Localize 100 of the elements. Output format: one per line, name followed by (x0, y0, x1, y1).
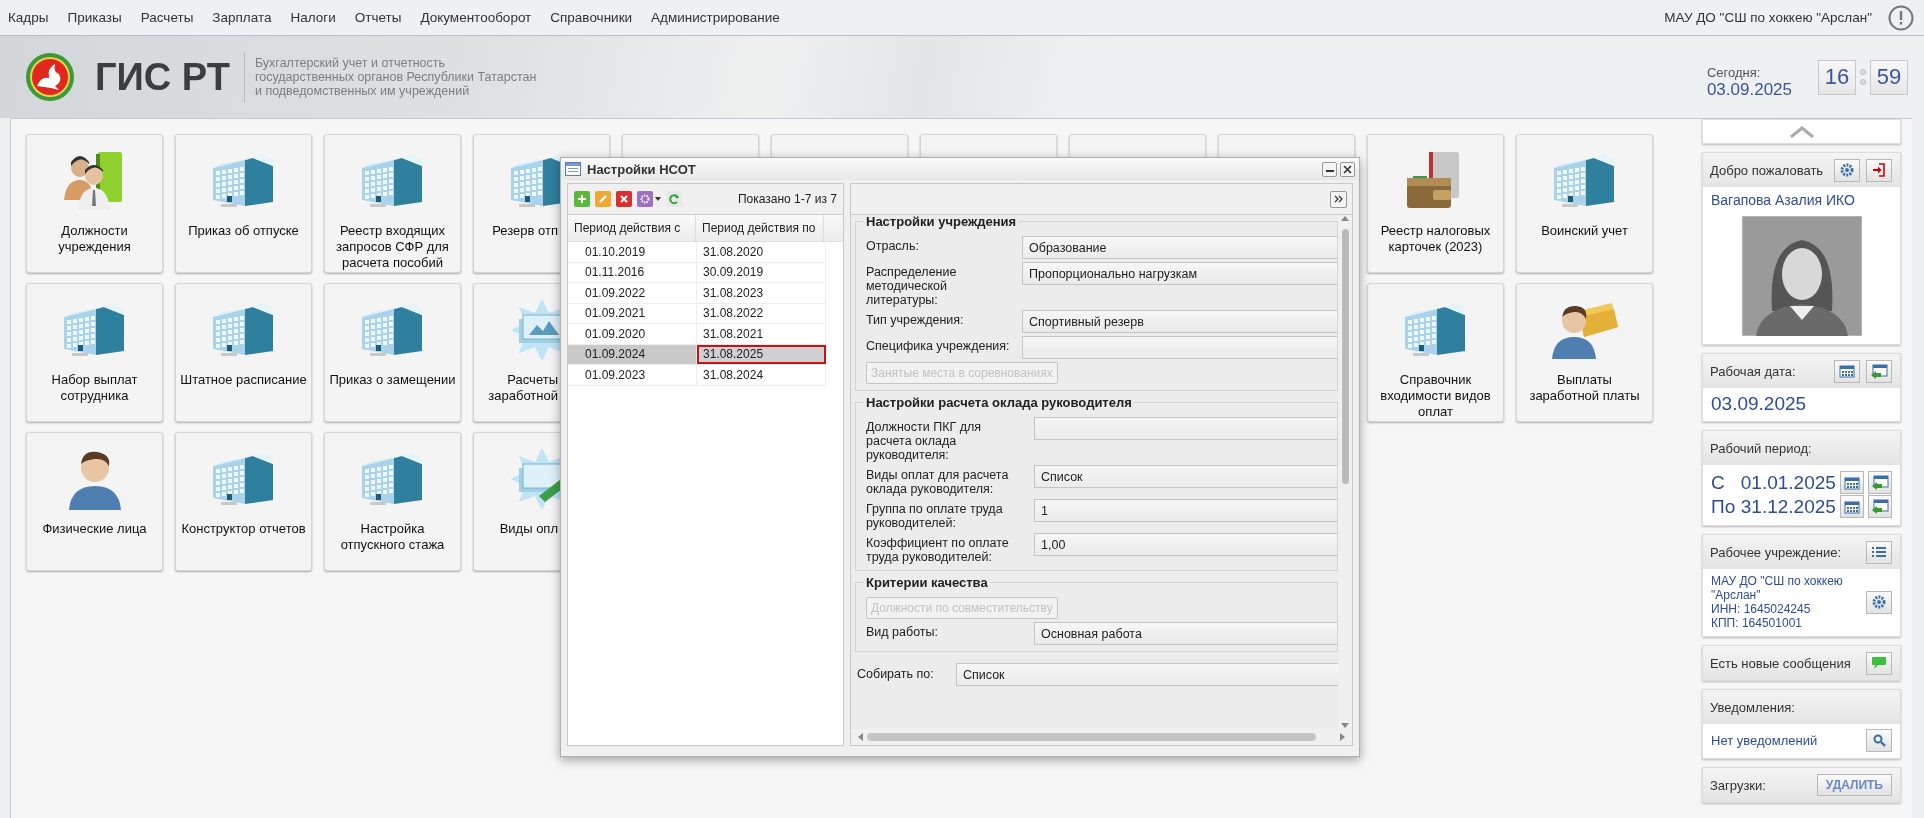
field-label: Отрасль: (866, 238, 920, 253)
pencil-icon (598, 194, 608, 204)
settings-icon (1840, 163, 1854, 177)
module-tile[interactable]: Реестр входящих запросов СФР для расчета пособий (324, 134, 461, 273)
calendar-button[interactable] (1839, 471, 1864, 494)
section-title: Настройки учреждения (864, 215, 1019, 229)
clock-minutes: 59 (1870, 59, 1908, 95)
emblem-logo (25, 52, 75, 102)
period-from-date: 01.01.2025 (1740, 471, 1836, 494)
input-field[interactable]: Список (956, 663, 1338, 686)
minimize-button[interactable] (1322, 161, 1337, 177)
gear-icon (640, 194, 650, 204)
calendar-reset-button[interactable] (1867, 471, 1892, 494)
records-count: Показано 1-7 из 7 (737, 192, 837, 206)
module-tile[interactable]: Физические лица (26, 432, 163, 571)
institution-name: МАУ ДО "СШ по хоккею "Арслан" (1711, 574, 1844, 602)
logout-icon (1872, 163, 1886, 177)
list-button[interactable] (1866, 540, 1892, 564)
menu-item[interactable]: Документооборот (420, 10, 532, 25)
input-field[interactable]: Спортивный резерв (1022, 310, 1337, 333)
module-tile[interactable]: Набор выплат сотрудника (26, 283, 163, 422)
table-row[interactable]: 01.09.2024 31.08.2025 (568, 344, 826, 365)
app-title: ГИС РТ (95, 55, 230, 99)
table-row[interactable]: 01.09.2023 31.08.2024 (568, 365, 826, 386)
table-cell: 01.11.2016 (568, 262, 697, 282)
messages-label: Есть новые сообщения (1710, 655, 1851, 671)
module-tile[interactable]: Штатное расписание (175, 283, 312, 422)
input-field[interactable]: 1 (1034, 499, 1337, 522)
input-field[interactable]: Список (1034, 465, 1337, 488)
logout-button[interactable] (1866, 158, 1892, 182)
institution-kpp: КПП: 164501001 (1711, 616, 1803, 630)
list-icon (1872, 546, 1886, 558)
module-tile[interactable]: Выплаты заработной платы (1516, 283, 1653, 422)
input-field[interactable] (1034, 417, 1337, 440)
section-title: Настройки расчета оклада руководителя (864, 395, 1134, 410)
field-label: Вид работы: (866, 624, 939, 639)
field-label: Группа по оплате труда руководителей: (866, 501, 1004, 530)
input-field[interactable]: Образование (1022, 236, 1337, 259)
menu-item[interactable]: Кадры (8, 10, 49, 25)
input-field[interactable]: Основная работа (1034, 622, 1337, 645)
module-tile[interactable]: Приказ о замещении (324, 283, 461, 422)
delete-button[interactable] (616, 191, 632, 207)
settings-button[interactable] (1834, 158, 1860, 182)
module-tile[interactable]: Должности учреждения (26, 134, 163, 273)
scroll-thumb[interactable] (1341, 229, 1349, 484)
calendar-button[interactable] (1834, 359, 1860, 383)
menu-item[interactable]: Справочники (550, 10, 633, 25)
module-tile[interactable]: Воинский учет (1516, 134, 1653, 273)
calendar-reset-button[interactable] (1866, 359, 1892, 383)
refresh-button[interactable] (666, 191, 682, 207)
close-icon (1343, 164, 1352, 174)
horizontal-scrollbar[interactable] (851, 729, 1352, 745)
settings-button[interactable] (1866, 590, 1892, 614)
input-field[interactable]: Пропорционально нагрузкам (1022, 262, 1337, 285)
menu-item[interactable]: Расчеты (140, 10, 194, 25)
column-header[interactable]: Период действия по (696, 215, 824, 241)
close-button[interactable] (1340, 161, 1355, 177)
table-row[interactable]: 01.11.2016 30.09.2019 (568, 262, 826, 283)
module-tile[interactable]: Реестр налоговых карточек (2023) (1367, 134, 1504, 273)
module-tile[interactable]: Конструктор отчетов (175, 432, 312, 571)
table-row[interactable]: 01.09.2020 31.08.2021 (568, 324, 826, 345)
calendar-reset-button[interactable] (1867, 495, 1892, 518)
panel-title: Уведомления: (1710, 699, 1795, 715)
table-row[interactable]: 01.10.2019 31.08.2020 (568, 242, 826, 263)
search-button[interactable] (1866, 729, 1892, 752)
table-cell: 30.09.2019 (697, 262, 826, 282)
table-cell: 31.08.2020 (697, 242, 826, 262)
module-tile[interactable]: Справочник входимости видов оплат (1367, 283, 1504, 422)
vertical-scrollbar[interactable] (1338, 215, 1352, 729)
panel-title: Рабочий период: (1710, 440, 1812, 456)
menu-item[interactable]: Отчеты (354, 10, 402, 25)
table-row[interactable]: 01.09.2021 31.08.2022 (568, 303, 826, 324)
section-title: Критерии качества (864, 575, 990, 590)
actions-menu-button[interactable] (637, 191, 661, 207)
scroll-right-icon[interactable] (1340, 733, 1346, 741)
calendar-button[interactable] (1839, 495, 1864, 518)
alert-icon[interactable] (1888, 4, 1914, 31)
table-row[interactable]: 01.09.2022 31.08.2023 (568, 283, 826, 304)
scroll-thumb[interactable] (867, 733, 1316, 741)
menu-item[interactable]: Зарплата (212, 10, 272, 25)
table-cell: 31.08.2025 (697, 344, 826, 364)
input-field[interactable] (1022, 336, 1337, 359)
panel-title: Рабочее учреждение: (1710, 544, 1842, 560)
table-cell: 31.08.2022 (697, 303, 826, 323)
field-label: Должности ПКГ для расчета оклада руководителя: (866, 419, 983, 462)
add-button[interactable] (574, 191, 590, 207)
expand-button[interactable] (1330, 190, 1347, 208)
avatar-icon (1741, 216, 1862, 336)
module-tile[interactable]: Настройка отпускного стажа (324, 432, 461, 571)
menu-item[interactable]: Налоги (290, 10, 336, 25)
input-field[interactable]: 1,00 (1034, 533, 1337, 556)
search-icon (1872, 734, 1886, 747)
scroll-left-icon[interactable] (857, 733, 863, 741)
table-cell: 31.08.2021 (697, 324, 826, 344)
menu-item[interactable]: Администрирование (651, 10, 780, 25)
menu-item[interactable]: Приказы (67, 10, 122, 25)
notifications-status: Нет уведомлений (1711, 733, 1818, 748)
module-tile[interactable]: Приказ об отпуске (175, 134, 312, 273)
column-header[interactable]: Период действия с (568, 215, 696, 241)
field-label: Специфика учреждения: (866, 338, 1011, 353)
